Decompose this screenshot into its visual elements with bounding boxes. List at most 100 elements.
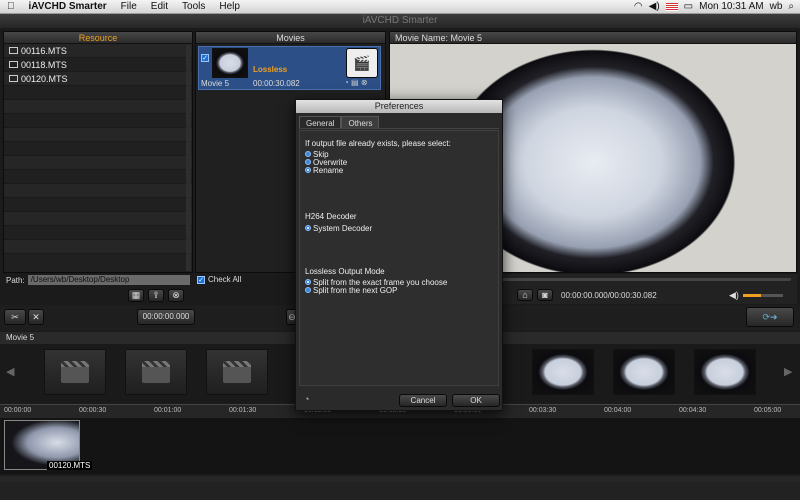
ruler-tick: 00:01:30 [229, 407, 257, 414]
ruler-tick: 00:05:00 [754, 407, 782, 414]
list-item [4, 142, 192, 156]
frame-thumbnail [206, 349, 268, 395]
resource-header: Resource [4, 32, 192, 44]
file-name: 00120.MTS [21, 73, 68, 84]
list-item [4, 156, 192, 170]
path-label: Path: [6, 275, 25, 285]
resource-panel: Resource 00116.MTS 00118.MTS 00120.MTS [3, 31, 193, 273]
clapper-icon [61, 361, 89, 383]
window-title: iAVCHD Smarter [362, 15, 438, 26]
ruler-tick: 00:00:00 [4, 407, 32, 414]
menu-edit[interactable]: Edit [144, 1, 175, 12]
ruler-tick: 00:04:30 [679, 407, 707, 414]
radio-icon[interactable] [305, 167, 311, 173]
cancel-button[interactable]: Cancel [399, 394, 447, 407]
frame-thumbnail [613, 349, 675, 395]
path-bar: Path: /Users/wb/Desktop/Desktop [3, 274, 193, 286]
camera-icon[interactable]: ◙ [537, 289, 553, 301]
movie-checkbox[interactable]: ✓ [201, 54, 209, 62]
list-item[interactable]: 00120.MTS [4, 72, 192, 86]
radio-icon[interactable] [305, 151, 311, 157]
check-all-checkbox[interactable]: ✓ [197, 275, 205, 284]
dialog-tabs: General Others [299, 116, 499, 129]
ruler-tick: 00:04:00 [604, 407, 632, 414]
film-icon [9, 75, 18, 82]
app-menu[interactable]: iAVCHD Smarter [22, 1, 114, 12]
list-item [4, 100, 192, 114]
list-item [4, 212, 192, 226]
volume-icon[interactable]: ◀) [649, 1, 660, 12]
movie-duration: 00:00:30.082 [253, 79, 300, 88]
path-field[interactable]: /Users/wb/Desktop/Desktop [27, 275, 190, 285]
delete-icon[interactable]: ⊗ [168, 289, 184, 302]
decoder-option-system[interactable]: System Decoder [296, 224, 372, 233]
snapshot-icon[interactable]: ⌂ [517, 289, 533, 301]
menu-bar:  iAVCHD Smarter File Edit Tools Help ◠ … [0, 0, 800, 14]
radio-icon[interactable] [305, 287, 311, 293]
menu-clock[interactable]: Mon 10:31 AM [699, 1, 763, 12]
ruler-tick: 00:03:30 [529, 407, 557, 414]
volume-icon[interactable]: ◀) [729, 290, 739, 301]
frame-thumbnail [44, 349, 106, 395]
scissors-icon[interactable]: ✕ [28, 309, 44, 325]
ruler-tick: 00:01:00 [154, 407, 182, 414]
menu-help[interactable]: Help [212, 1, 247, 12]
movies-header: Movies [196, 32, 385, 44]
menu-tools[interactable]: Tools [175, 1, 212, 12]
menu-user[interactable]: wb [770, 1, 783, 12]
output-option-rename[interactable]: Rename [296, 165, 344, 175]
dialog-title: Preferences [296, 100, 502, 113]
list-item [4, 184, 192, 198]
flag-icon[interactable] [665, 2, 678, 11]
list-item [4, 240, 192, 254]
preferences-dialog: Preferences General Others If output fil… [295, 99, 503, 411]
apple-icon[interactable]:  [0, 1, 22, 12]
strip-right-arrow[interactable]: ▶ [784, 365, 792, 378]
search-icon[interactable]: ⌕ [788, 1, 794, 12]
volume-slider[interactable] [743, 294, 783, 297]
trim-icon[interactable]: ✂ [4, 309, 26, 325]
toolbar-time[interactable]: 00:00:00.000 [137, 309, 195, 325]
list-item [4, 114, 192, 128]
ok-button[interactable]: OK [452, 394, 500, 407]
strip-left-arrow[interactable]: ◀ [6, 365, 14, 378]
lossless-option-gop[interactable]: Split from the next GOP [296, 286, 397, 295]
add-icon[interactable]: ▦ [128, 289, 144, 302]
radio-icon[interactable] [305, 225, 311, 231]
export-icon[interactable]: ⟳➜ [746, 307, 794, 327]
clapper-icon [223, 361, 251, 383]
movie-item-controls[interactable]: ◔ ▤ ⊗ [344, 78, 368, 87]
help-icon[interactable]: ◔ [304, 394, 309, 404]
list-item [4, 86, 192, 100]
decoder-title: H264 Decoder [305, 212, 357, 221]
resource-scrollbar[interactable] [186, 45, 191, 271]
movie-item[interactable]: ✓ Lossless 🎬 Movie 5 00:00:30.082 ◔ ▤ ⊗ [198, 46, 381, 90]
preview-header: Movie Name: Movie 5 [390, 32, 796, 44]
list-item [4, 198, 192, 212]
wifi-icon[interactable]: ◠ [634, 1, 643, 12]
option-label: Rename [313, 165, 344, 175]
status-strip [0, 482, 800, 500]
preview-time: 00:00:00.000/00:00:30.082 [561, 291, 657, 300]
frame-thumbnail [532, 349, 594, 395]
timeline-label: Movie 5 [6, 333, 35, 342]
tab-general[interactable]: General [299, 116, 342, 128]
import-icon[interactable]: ⇪ [148, 289, 164, 302]
radio-icon[interactable] [305, 159, 311, 165]
movie-quality: Lossless [253, 65, 288, 74]
clapper-icon [142, 361, 170, 383]
list-item[interactable]: 00116.MTS [4, 44, 192, 58]
menu-file[interactable]: File [114, 1, 144, 12]
radio-icon[interactable] [305, 279, 311, 285]
check-all[interactable]: ✓ Check All [197, 275, 241, 284]
tab-others[interactable]: Others [341, 116, 380, 128]
clapper-icon[interactable]: 🎬 [346, 48, 378, 78]
lossless-title: Lossless Output Mode [305, 267, 385, 276]
list-item[interactable]: 00118.MTS [4, 58, 192, 72]
battery-icon[interactable]: ▭ [684, 1, 693, 12]
window-title-bar: iAVCHD Smarter [0, 14, 800, 28]
movie-thumbnail [212, 48, 248, 78]
film-icon [9, 47, 18, 54]
timeline-clip[interactable]: 00120.MTS [4, 420, 93, 470]
clip-track [0, 418, 800, 474]
